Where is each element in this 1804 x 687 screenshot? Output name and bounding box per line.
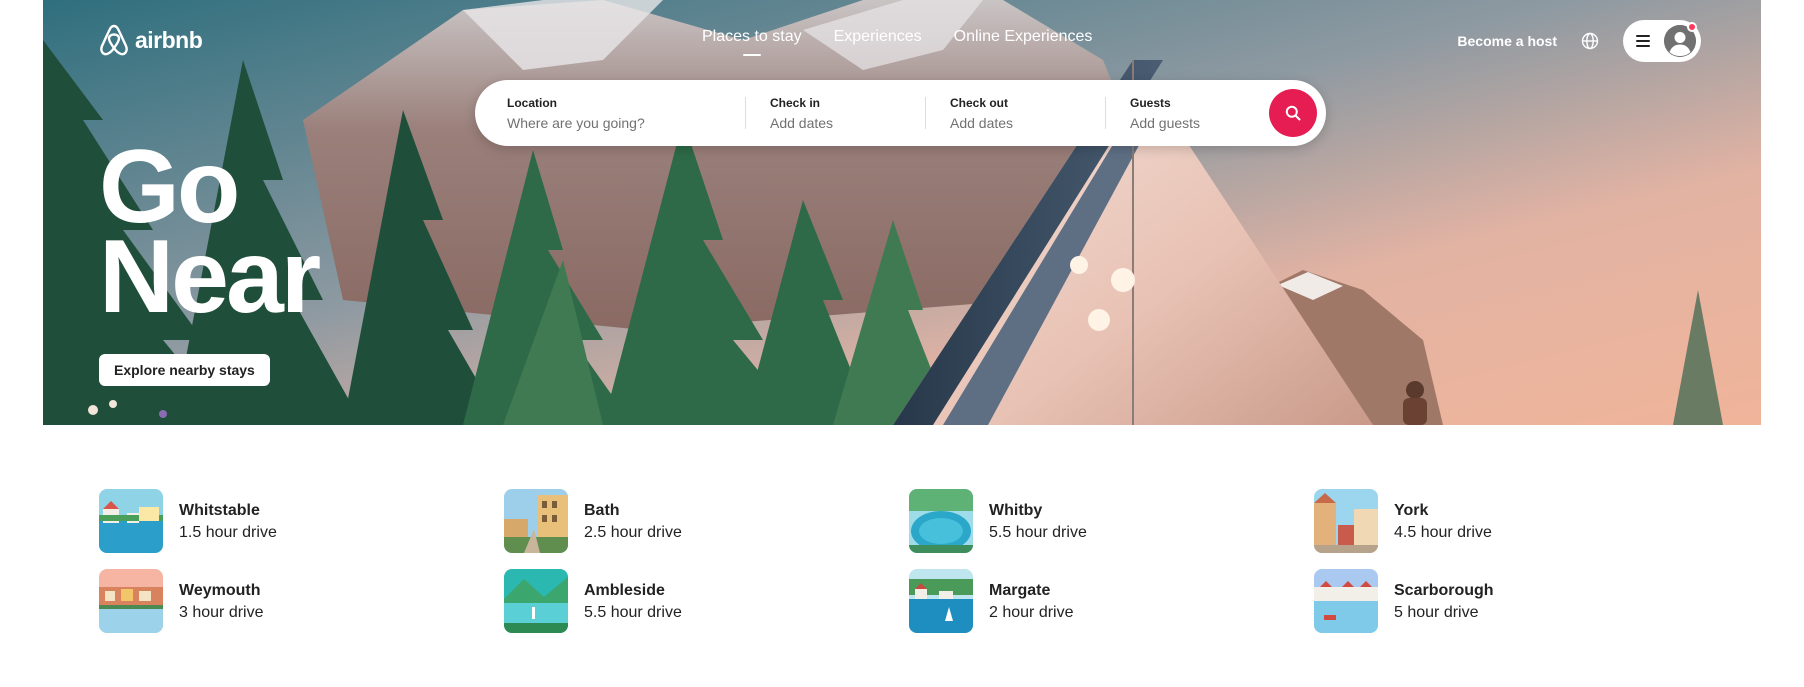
hero-banner: airbnb Places to stay Experiences Online… [43, 0, 1761, 425]
destination-york[interactable]: York 4.5 hour drive [1314, 489, 1614, 553]
destination-name: York [1394, 501, 1429, 519]
search-divider [745, 97, 746, 129]
search-button[interactable] [1269, 89, 1317, 137]
hero-headline: Go Near [99, 135, 321, 335]
user-nav: Become a host [1457, 20, 1701, 62]
guests-value: Add guests [1130, 115, 1201, 131]
tab-online-experiences[interactable]: Online Experiences [954, 28, 1093, 46]
destination-drive-time: 2.5 hour drive [584, 523, 682, 541]
destination-name: Whitby [989, 501, 1043, 519]
location-field[interactable]: Location [507, 95, 717, 133]
destination-weymouth[interactable]: Weymouth 3 hour drive [99, 569, 399, 633]
destination-thumbnail [1314, 569, 1378, 633]
check-out-label: Check out [950, 96, 1009, 110]
destination-thumbnail [504, 569, 568, 633]
check-out-value: Add dates [950, 115, 1014, 131]
search-icon [1285, 105, 1301, 121]
nav-tabs: Places to stay Experiences Online Experi… [702, 28, 1093, 56]
destination-thumbnail [99, 569, 163, 633]
destination-drive-time: 1.5 hour drive [179, 523, 277, 541]
airbnb-belo-icon [100, 24, 128, 56]
destination-drive-time: 5.5 hour drive [584, 603, 682, 621]
brand-name: airbnb [135, 26, 203, 53]
destination-drive-time: 5.5 hour drive [989, 523, 1087, 541]
destination-thumbnail [504, 489, 568, 553]
check-in-field[interactable]: Check in Add dates [770, 95, 833, 133]
destination-thumbnail [909, 489, 973, 553]
airbnb-logo[interactable]: airbnb [99, 24, 203, 56]
destination-name: Ambleside [584, 581, 665, 599]
destination-thumbnail [909, 569, 973, 633]
globe-icon[interactable] [1579, 30, 1601, 52]
search-divider [1105, 97, 1106, 129]
headline-line-2: Near [99, 219, 321, 335]
tab-places-to-stay[interactable]: Places to stay [702, 28, 802, 56]
profile-menu-button[interactable] [1623, 20, 1701, 62]
destination-thumbnail [1314, 489, 1378, 553]
destination-whitby[interactable]: Whitby 5.5 hour drive [909, 489, 1209, 553]
check-in-value: Add dates [770, 115, 834, 131]
location-input[interactable] [507, 113, 717, 133]
check-in-label: Check in [770, 96, 821, 110]
destination-drive-time: 4.5 hour drive [1394, 523, 1492, 541]
destination-name: Margate [989, 581, 1051, 599]
nearby-destinations: Whitstable 1.5 hour drive Bath 2.5 hour … [99, 489, 1719, 635]
destination-name: Scarborough [1394, 581, 1494, 599]
destination-name: Weymouth [179, 581, 261, 599]
destination-bath[interactable]: Bath 2.5 hour drive [504, 489, 804, 553]
guests-label: Guests [1130, 96, 1171, 110]
destination-name: Bath [584, 501, 620, 519]
destination-drive-time: 3 hour drive [179, 603, 264, 621]
destination-margate[interactable]: Margate 2 hour drive [909, 569, 1209, 633]
search-bar: Location Check in Add dates Check out Ad… [475, 80, 1326, 146]
hamburger-icon [1636, 35, 1650, 47]
destination-name: Whitstable [179, 501, 260, 519]
check-out-field[interactable]: Check out Add dates [950, 95, 1013, 133]
guests-field[interactable]: Guests Add guests [1130, 95, 1200, 133]
search-divider [925, 97, 926, 129]
destination-drive-time: 2 hour drive [989, 603, 1074, 621]
destination-whitstable[interactable]: Whitstable 1.5 hour drive [99, 489, 399, 553]
become-host-link[interactable]: Become a host [1457, 33, 1557, 49]
explore-nearby-button[interactable]: Explore nearby stays [99, 354, 270, 386]
tab-experiences[interactable]: Experiences [834, 28, 922, 46]
destination-thumbnail [99, 489, 163, 553]
destination-scarborough[interactable]: Scarborough 5 hour drive [1314, 569, 1614, 633]
notification-dot [1687, 22, 1697, 32]
destination-drive-time: 5 hour drive [1394, 603, 1479, 621]
location-label: Location [507, 96, 557, 110]
destination-ambleside[interactable]: Ambleside 5.5 hour drive [504, 569, 804, 633]
